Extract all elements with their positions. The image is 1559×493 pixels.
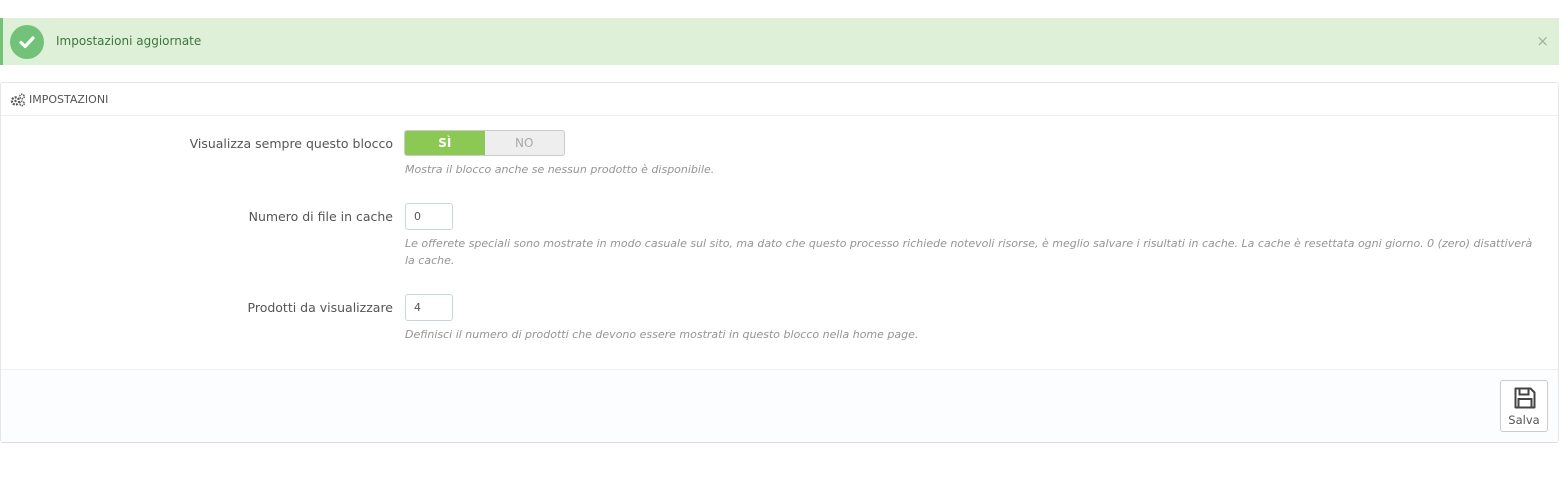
switch-no-option[interactable]: NO [485, 131, 565, 155]
panel-heading: IMPOSTAZIONI [1, 83, 1558, 116]
close-icon[interactable]: × [1536, 33, 1549, 49]
cache-files-input[interactable] [405, 203, 453, 230]
products-count-input[interactable] [405, 294, 453, 321]
save-label: Salva [1508, 413, 1540, 427]
products-count-label: Prodotti da visualizzare [247, 300, 393, 315]
check-circle-icon [10, 25, 44, 59]
switch-yes-option[interactable]: SÌ [405, 131, 485, 155]
always-display-label: Visualizza sempre questo blocco [189, 136, 393, 151]
success-alert: Impostazioni aggiornate × [0, 18, 1559, 65]
panel-footer: Salva [1, 369, 1558, 442]
cache-files-label: Numero di file in cache [248, 209, 393, 224]
always-display-switch[interactable]: SÌ NO [404, 130, 565, 156]
alert-message: Impostazioni aggiornate [56, 34, 202, 48]
save-button[interactable]: Salva [1500, 380, 1548, 432]
cache-files-help-line2: la cache. [405, 254, 455, 267]
cache-files-help-line1: Le offerete speciali sono mostrate in mo… [405, 237, 1533, 250]
always-display-help: Mostra il blocco anche se nessun prodott… [405, 163, 715, 176]
panel-title: IMPOSTAZIONI [29, 93, 109, 106]
products-count-help: Definisci il numero di prodotti che devo… [405, 328, 919, 341]
cogs-icon [10, 92, 26, 111]
floppy-disk-icon [1513, 386, 1537, 414]
settings-panel: IMPOSTAZIONI Visualizza sempre questo bl… [0, 82, 1559, 443]
